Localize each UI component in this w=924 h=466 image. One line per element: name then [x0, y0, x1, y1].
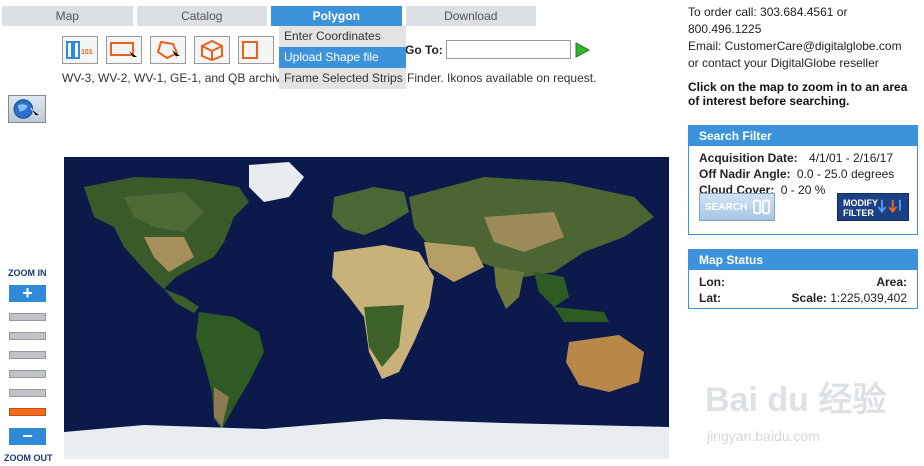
polygon-dropdown-menu: Enter Coordinates Upload Shape file Fram… [279, 26, 406, 89]
menu-item-frame-selected-strips[interactable]: Frame Selected Strips [279, 68, 406, 89]
go-arrow-icon[interactable] [574, 41, 590, 58]
cube-tool[interactable] [194, 36, 230, 64]
sensor-notice: WV-3, WV-2, WV-1, GE-1, and QB archive [62, 71, 288, 85]
zoom-in-label: ZOOM IN [8, 268, 47, 278]
map-toolbar: 101 [62, 36, 282, 64]
acquisition-date-value: 4/1/01 - 2/16/17 [809, 151, 894, 165]
ikonos-notice: Finder. Ikonos available on request. [407, 71, 597, 85]
goto-input[interactable] [445, 40, 571, 59]
contact-info: To order call: 303.684.4561 or 800.496.1… [688, 4, 924, 72]
cloud-cover-value: 0 - 20 % [780, 183, 826, 197]
arrows-down-icon [877, 199, 901, 213]
acquisition-date-row: Acquisition Date: 4/1/01 - 2/16/17 [699, 150, 907, 166]
globe-select-tool[interactable] [8, 95, 46, 123]
goto-label: Go To: [405, 42, 443, 57]
tab-polygon[interactable]: Polygon [271, 6, 402, 26]
menu-item-upload-shape-file[interactable]: Upload Shape file [279, 47, 406, 68]
zoom-out-button[interactable]: − [9, 426, 46, 446]
reseller-note: or contact your DigitalGlobe reseller [688, 56, 879, 70]
baidu-watermark: Bai du 经验 [705, 381, 887, 419]
partial-icon [242, 41, 258, 59]
contact-email[interactable]: Email: CustomerCare@digitalglobe.com [688, 38, 924, 55]
world-map-image [64, 157, 669, 459]
modify-filter-button[interactable]: MODIFY FILTER [837, 193, 909, 221]
plus-icon: + [22, 283, 33, 303]
order-phone: To order call: 303.684.4561 or 800.496.1… [688, 5, 848, 36]
map-status-panel: Map Status Lon: Area: Lat: Scale: 1:225,… [688, 249, 918, 309]
zoom-level-1[interactable] [9, 313, 46, 321]
zoom-level-3[interactable] [9, 351, 46, 359]
off-nadir-row: Off Nadir Angle: 0.0 - 25.0 degrees [699, 166, 907, 182]
acquisition-date-label: Acquisition Date: [699, 151, 798, 165]
scale-label: Scale: [791, 291, 827, 305]
goto-group: Go To: [405, 40, 590, 59]
tab-download[interactable]: Download [405, 6, 536, 26]
main-nav: Map Catalog Polygon Download [2, 6, 536, 26]
tab-map[interactable]: Map [2, 6, 133, 26]
menu-item-enter-coordinates[interactable]: Enter Coordinates [279, 26, 406, 47]
map-status-body: Lon: Area: Lat: Scale: 1:225,039,402 [689, 270, 917, 310]
id-search-icon: 101 [66, 41, 93, 59]
minus-icon: − [22, 426, 33, 446]
zoom-level-4[interactable] [9, 370, 46, 378]
tab-catalog[interactable]: Catalog [136, 6, 267, 26]
lat-scale-row: Lat: Scale: 1:225,039,402 [699, 290, 907, 306]
cube-icon [201, 39, 223, 61]
zoom-level-2[interactable] [9, 332, 46, 340]
lat-label: Lat: [699, 291, 721, 305]
baidu-watermark-url: jingyan.baidu.com [707, 428, 820, 444]
zoom-in-button[interactable]: + [9, 283, 46, 303]
search-button-label: SEARCH [705, 201, 748, 213]
polygon-draw-icon [156, 40, 180, 60]
zoom-out-label: ZOOM OUT [4, 453, 53, 463]
id-search-tool[interactable]: 101 [62, 36, 98, 64]
binoculars-icon [753, 199, 771, 215]
polygon-draw-tool[interactable] [150, 36, 186, 64]
lon-label: Lon: [699, 275, 725, 289]
rectangle-select-tool[interactable] [106, 36, 142, 64]
rectangle-select-icon [110, 42, 137, 60]
svg-text:101: 101 [81, 49, 93, 56]
map-instruction: Click on the map to zoom in to an area o… [688, 80, 908, 108]
world-map[interactable] [64, 157, 669, 459]
partial-tool[interactable] [238, 36, 274, 64]
search-button[interactable]: SEARCH [699, 193, 775, 221]
zoom-level-6[interactable] [9, 408, 46, 416]
globe-cursor-icon [13, 99, 41, 121]
off-nadir-label: Off Nadir Angle: [699, 167, 791, 181]
lon-area-row: Lon: Area: [699, 274, 907, 290]
search-filter-title: Search Filter [689, 126, 917, 146]
off-nadir-value: 0.0 - 25.0 degrees [796, 167, 895, 181]
map-status-title: Map Status [689, 250, 917, 270]
scale-value: 1:225,039,402 [830, 291, 907, 305]
search-filter-panel: Search Filter Acquisition Date: 4/1/01 -… [688, 125, 918, 235]
zoom-level-5[interactable] [9, 389, 46, 397]
area-label: Area: [876, 275, 907, 289]
